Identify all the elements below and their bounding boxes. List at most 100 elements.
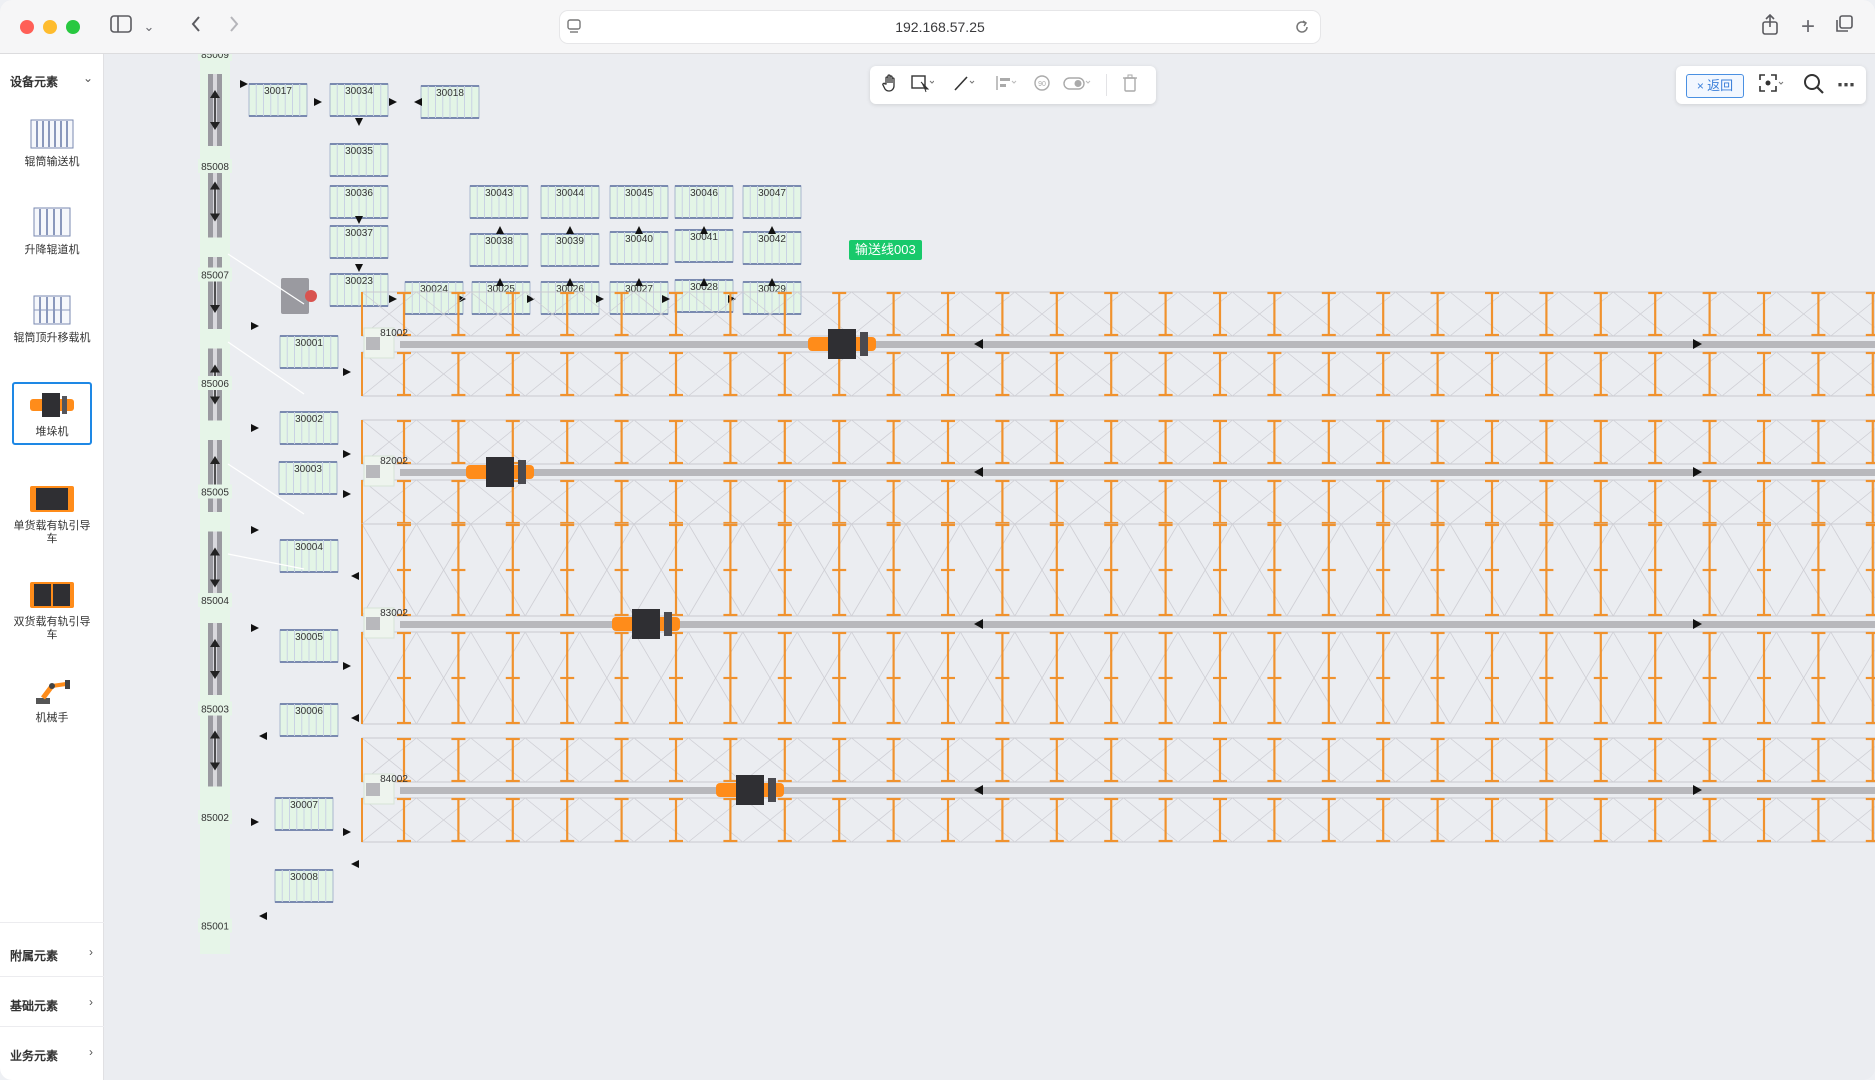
section-business-elements[interactable]: 业务元素 <box>10 1047 58 1064</box>
conveyor-unit[interactable]: 30024 <box>404 281 464 315</box>
flow-arrow-icon <box>343 490 351 498</box>
conveyor-unit[interactable]: 30029 <box>742 281 802 315</box>
conveyor-label: 30045 <box>625 188 653 199</box>
transfer-machine[interactable] <box>281 278 309 314</box>
lift-segment[interactable] <box>208 165 222 238</box>
stacker-crane[interactable] <box>716 775 784 805</box>
conveyor-unit[interactable]: 30034 <box>329 83 389 117</box>
reload-icon[interactable] <box>1294 18 1310 41</box>
sidebar-divider <box>0 922 104 923</box>
line-icon[interactable] <box>952 73 976 97</box>
conveyor-unit[interactable]: 30008 <box>274 869 334 903</box>
chevron-down-icon[interactable]: ⌄ <box>140 14 158 40</box>
chevron-down-icon[interactable]: ⌄ <box>83 71 93 85</box>
back-button[interactable]: × 返回 <box>1686 74 1744 98</box>
sidebar-item-roller-conveyor[interactable]: 辊筒输送机 <box>12 118 92 169</box>
conveyor-unit[interactable]: 30043 <box>469 185 529 219</box>
conveyor-unit[interactable]: 30035 <box>329 143 389 177</box>
hand-icon[interactable] <box>878 73 902 97</box>
conveyor-unit[interactable]: 30041 <box>674 229 734 263</box>
conveyor-unit[interactable]: 30039 <box>540 233 600 267</box>
conveyor-label: 30002 <box>295 414 323 425</box>
conveyor-unit[interactable]: 30027 <box>609 281 669 315</box>
forward-nav-icon[interactable] <box>224 14 244 40</box>
conveyor-unit[interactable]: 30026 <box>540 281 600 315</box>
aisle-82002[interactable]: 82002 <box>361 419 1875 525</box>
conveyor-unit[interactable]: 30044 <box>540 185 600 219</box>
trash-icon[interactable] <box>1118 73 1142 97</box>
conveyor-unit[interactable]: 30045 <box>609 185 669 219</box>
chevron-right-icon[interactable]: › <box>89 995 93 1009</box>
sidebar-item-stacker[interactable]: 堆垛机 <box>12 382 92 445</box>
lift-segment[interactable] <box>208 531 222 604</box>
conveyor-unit[interactable]: 30047 <box>742 185 802 219</box>
flow-arrow-icon <box>566 226 574 234</box>
lift-segment[interactable] <box>208 440 222 512</box>
conveyor-unit[interactable]: 30001 <box>279 335 339 369</box>
flow-arrow-icon <box>251 424 259 432</box>
conveyor-unit[interactable]: 30040 <box>609 231 669 265</box>
section-attached-elements[interactable]: 附属元素 <box>10 947 58 964</box>
conveyor-unit[interactable]: 30036 <box>329 185 389 219</box>
chevron-right-icon[interactable]: › <box>89 1045 93 1059</box>
conveyor-unit[interactable]: 30007 <box>274 797 334 831</box>
address-bar[interactable]: 192.168.57.25 <box>560 11 1320 43</box>
chevron-right-icon[interactable]: › <box>89 945 93 959</box>
address-text[interactable]: 192.168.57.25 <box>560 19 1320 35</box>
new-tab-icon[interactable]: + <box>1796 14 1820 40</box>
warehouse-layout[interactable]: 85009 85008 85007 85006 85005 85004 85003 85002… <box>104 54 1875 1080</box>
conveyor-line-tag[interactable]: 输送线003 <box>849 240 922 260</box>
fit-view-icon[interactable] <box>1758 73 1784 97</box>
conveyor-label: 30023 <box>345 276 373 287</box>
search-icon[interactable] <box>1802 73 1826 97</box>
sidebar-item-lift-roller[interactable]: 升降辊道机 <box>12 206 92 257</box>
stacker-body <box>632 609 660 639</box>
sidebar-item-roller-transfer[interactable]: 辊筒顶升移载机 <box>12 294 92 345</box>
minimize-window-button[interactable] <box>43 20 57 34</box>
aisle-label: 84002 <box>380 774 408 785</box>
sidebar-toggle-icon[interactable] <box>108 14 134 40</box>
conveyor-unit[interactable]: 30042 <box>742 231 802 265</box>
conveyor-unit[interactable]: 30006 <box>279 703 339 737</box>
zoom-window-button[interactable] <box>66 20 80 34</box>
conveyor-unit[interactable]: 30017 <box>248 83 308 117</box>
sidebar-item-robot-arm[interactable]: 机械手 <box>12 676 92 725</box>
layout-canvas[interactable]: 85009 85008 85007 85006 85005 85004 85003 85002… <box>104 54 1875 1080</box>
aisle-83002[interactable]: 83002 <box>361 523 1875 725</box>
share-icon[interactable] <box>1758 13 1782 40</box>
rack-brace <box>1830 737 1875 775</box>
sidebar-item-double-rgv[interactable]: 双货载有轨引导车 <box>12 580 92 642</box>
select-icon[interactable] <box>910 73 935 97</box>
align-icon[interactable] <box>994 73 1018 97</box>
conveyor-unit[interactable]: 30025 <box>471 281 531 315</box>
conveyor-unit[interactable]: 30037 <box>329 225 389 259</box>
rotate-icon[interactable]: 90 <box>1030 73 1054 97</box>
conveyor-unit[interactable]: 30005 <box>279 629 339 663</box>
conveyor-unit[interactable]: 30038 <box>469 233 529 267</box>
flow-arrow-icon <box>343 828 351 836</box>
conveyor-unit[interactable]: 30023 <box>329 273 389 307</box>
stacker-body <box>736 775 764 805</box>
rack-row <box>361 523 1875 617</box>
rack-frame <box>361 797 1875 843</box>
stacker-crane[interactable] <box>466 457 534 487</box>
toggle-icon[interactable] <box>1062 73 1091 97</box>
conveyor-unit[interactable]: 30046 <box>674 185 734 219</box>
more-icon[interactable]: ⋯ <box>1834 73 1858 97</box>
conveyor-unit[interactable]: 30003 <box>278 461 338 495</box>
sidebar-item-single-rgv[interactable]: 单货载有轨引导车 <box>12 484 92 546</box>
tabs-overview-icon[interactable] <box>1832 14 1856 40</box>
close-window-button[interactable] <box>20 20 34 34</box>
section-device-elements[interactable]: 设备元素 <box>10 73 58 90</box>
section-basic-elements[interactable]: 基础元素 <box>10 997 58 1014</box>
lift-segment[interactable] <box>208 714 222 787</box>
aisle-84002[interactable]: 84002 <box>361 737 1875 843</box>
conveyor-unit[interactable]: 30004 <box>279 539 339 573</box>
stacker-crane[interactable] <box>808 329 876 359</box>
lift-segment[interactable] <box>208 74 222 146</box>
flow-arrow-icon <box>389 295 397 303</box>
conveyor-unit[interactable]: 30018 <box>420 85 480 119</box>
back-nav-icon[interactable] <box>186 14 206 40</box>
conveyor-unit[interactable]: 30002 <box>279 411 339 445</box>
lift-segment[interactable] <box>208 623 222 695</box>
